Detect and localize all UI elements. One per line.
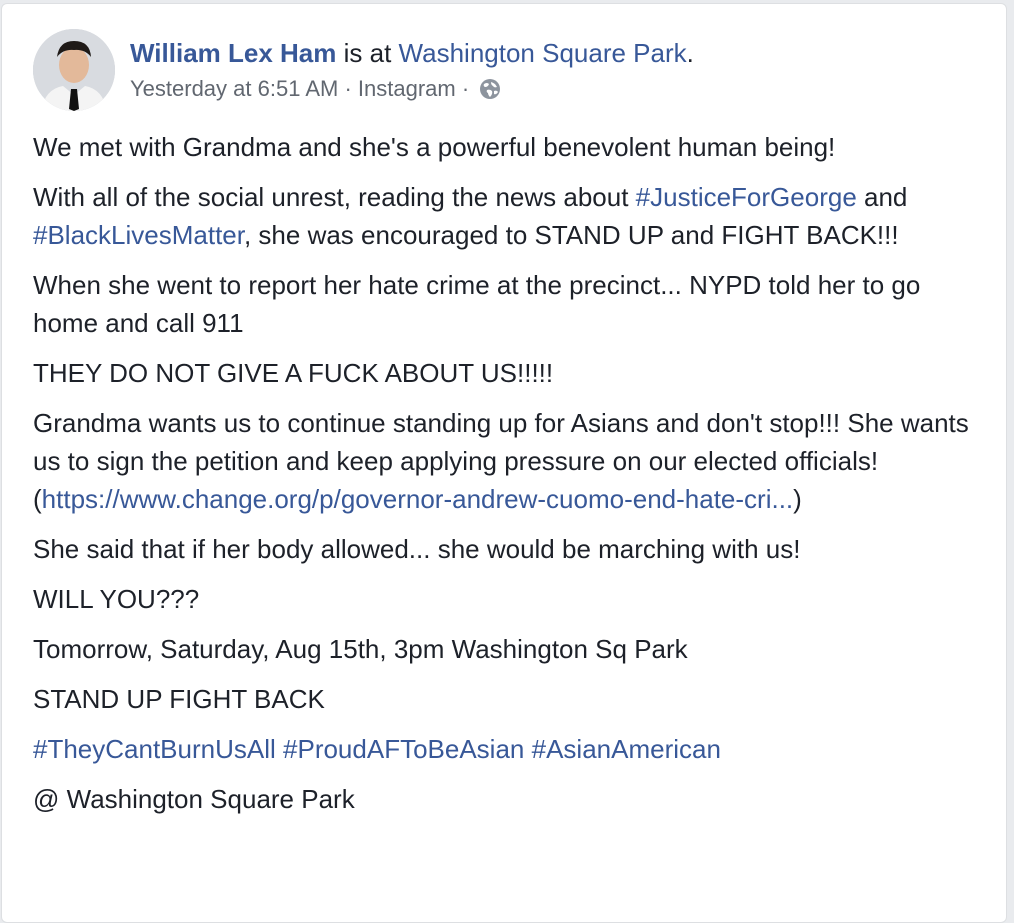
meta-separator-2: · xyxy=(455,76,476,101)
petition-link[interactable]: https://www.change.org/p/governor-andrew… xyxy=(42,484,793,514)
post-card: William Lex Ham is at Washington Square … xyxy=(1,3,1007,923)
paragraph-2-text-c: , she was encouraged to STAND UP and FIG… xyxy=(243,220,899,250)
location-suffix: . xyxy=(686,38,694,68)
post-meta: Yesterday at 6:51 AM · Instagram · xyxy=(130,74,694,104)
paragraph-5-text-b: ) xyxy=(793,484,802,514)
paragraph-8: Tomorrow, Saturday, Aug 15th, 3pm Washin… xyxy=(33,634,688,664)
hashtag-theycantburnusall[interactable]: #TheyCantBurnUsAll xyxy=(33,734,276,764)
profile-photo xyxy=(33,29,115,111)
hashtag-proudaftobeasian[interactable]: #ProudAFToBeAsian xyxy=(283,734,524,764)
timestamp[interactable]: Yesterday at 6:51 AM xyxy=(130,74,338,104)
hashtag-asianamerican[interactable]: #AsianAmerican xyxy=(532,734,721,764)
meta-separator: · xyxy=(338,76,358,101)
hashtags-line: #TheyCantBurnUsAll #ProudAFToBeAsian #As… xyxy=(33,730,983,768)
post-header: William Lex Ham is at Washington Square … xyxy=(130,36,694,104)
paragraph-9: STAND UP FIGHT BACK xyxy=(33,684,325,714)
paragraph-6: She said that if her body allowed... she… xyxy=(33,534,801,564)
avatar[interactable] xyxy=(33,29,115,111)
hashtag-blacklivesmatter[interactable]: #BlackLivesMatter xyxy=(33,220,244,250)
paragraph-2: With all of the social unrest, reading t… xyxy=(33,178,983,254)
location-link[interactable]: Washington Square Park xyxy=(399,38,687,68)
hashtag-justiceforgeorge[interactable]: #JusticeForGeorge xyxy=(636,182,857,212)
paragraph-1: We met with Grandma and she's a powerful… xyxy=(33,132,836,162)
paragraph-5: Grandma wants us to continue standing up… xyxy=(33,404,983,518)
post-title-line: William Lex Ham is at Washington Square … xyxy=(130,36,694,70)
paragraph-2-text-a: With all of the social unrest, reading t… xyxy=(33,182,636,212)
location-tag-line: @ Washington Square Park xyxy=(33,784,355,814)
is-at-text: is at xyxy=(343,38,392,68)
source-app: Instagram xyxy=(357,76,456,101)
paragraph-7: WILL YOU??? xyxy=(33,584,200,614)
post-body: We met with Grandma and she's a powerful… xyxy=(33,128,983,830)
paragraph-2-text-b: and xyxy=(856,182,908,212)
paragraph-4: THEY DO NOT GIVE A FUCK ABOUT US!!!!! xyxy=(33,358,554,388)
globe-icon[interactable] xyxy=(479,78,501,100)
author-name[interactable]: William Lex Ham xyxy=(130,38,336,68)
paragraph-3: When she went to report her hate crime a… xyxy=(33,270,921,338)
